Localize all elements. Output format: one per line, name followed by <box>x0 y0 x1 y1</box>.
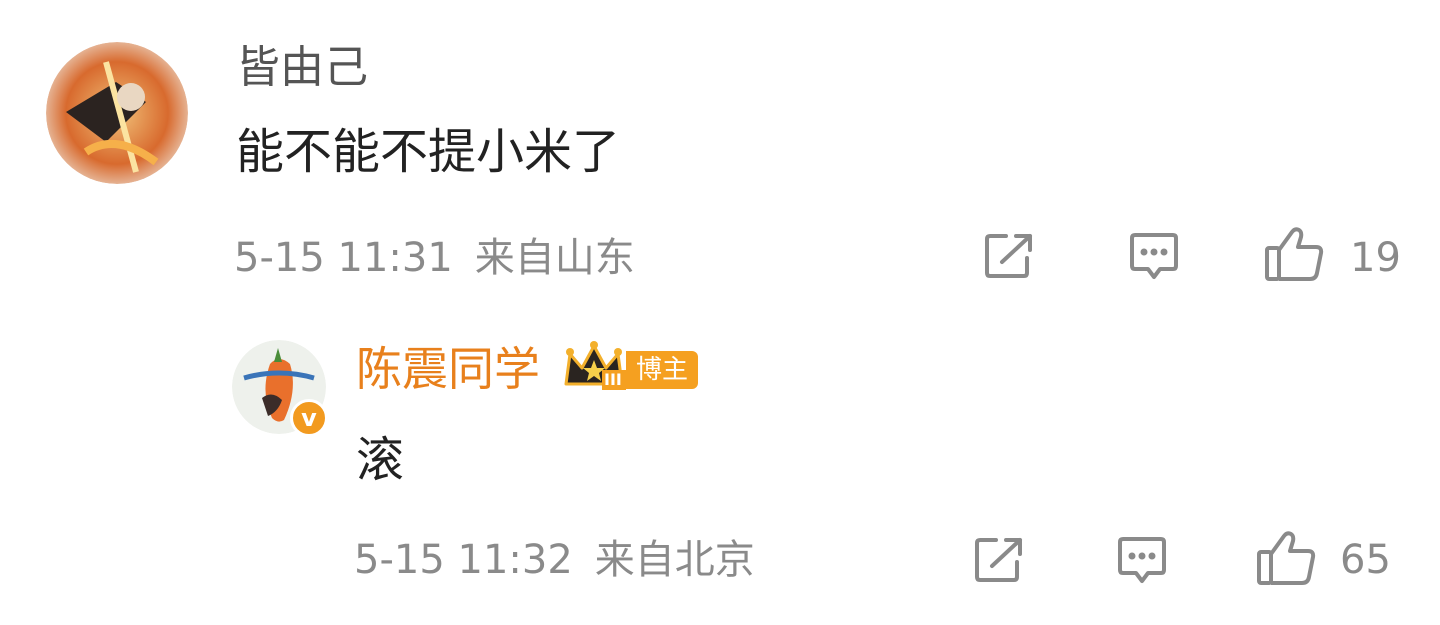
comment-time: 5-15 11:31 <box>234 235 453 281</box>
comment-thread: 皆由己 能不能不提小米了 5-15 11:31 来自山东 19 v 陈震同学 I… <box>0 0 1440 625</box>
blogger-badge: 博主 <box>626 351 699 389</box>
comment-icon[interactable] <box>1128 232 1180 288</box>
crown-level: III <box>604 370 622 389</box>
comment-text: 能不能不提小米了 <box>236 124 621 180</box>
comment-location: 来自山东 <box>474 235 635 281</box>
reply-meta: 5-15 11:32 来自北京 <box>354 540 755 580</box>
like-count: 65 <box>1340 537 1391 583</box>
share-icon[interactable] <box>974 536 1026 588</box>
comment-meta: 5-15 11:31 来自山东 <box>234 238 635 278</box>
reply-text: 滚 <box>356 432 405 488</box>
thumbs-up-icon[interactable] <box>1256 530 1318 590</box>
verified-badge-icon: v <box>290 399 328 437</box>
replier-username[interactable]: 陈震同学 <box>356 346 540 392</box>
like-count: 19 <box>1350 235 1401 281</box>
share-icon[interactable] <box>984 232 1036 284</box>
thumbs-up-icon[interactable] <box>1264 226 1326 286</box>
commenter-username[interactable]: 皆由己 <box>236 46 368 90</box>
comment-icon[interactable] <box>1116 536 1168 592</box>
reply-location: 来自北京 <box>594 537 755 583</box>
commenter-avatar[interactable] <box>46 42 188 184</box>
reply-time: 5-15 11:32 <box>354 537 573 583</box>
